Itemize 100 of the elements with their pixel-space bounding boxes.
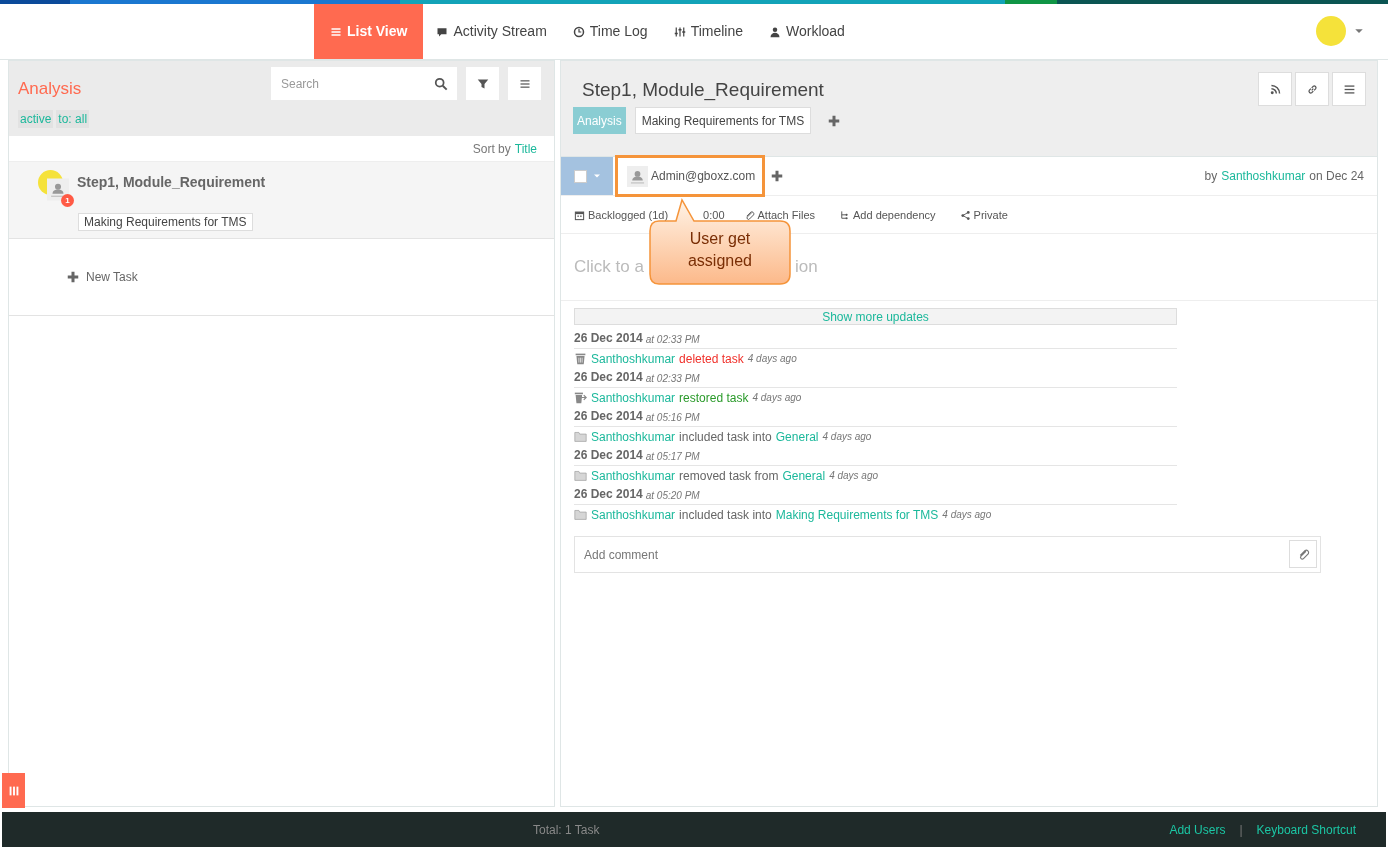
plus-icon (828, 114, 841, 127)
project-tag[interactable]: Making Requirements for TMS (78, 213, 253, 231)
attach-button[interactable] (1289, 540, 1317, 568)
menu-icon (518, 77, 531, 90)
created-date: on Dec 24 (1309, 168, 1364, 185)
clock-icon (572, 25, 585, 38)
user-link[interactable]: Santhoshkumar (1221, 167, 1306, 185)
task-total: Total: 1 Task (533, 821, 600, 839)
footer-link[interactable]: Add Users (1169, 820, 1226, 839)
sort-label: Sort by (472, 140, 511, 158)
filter-button[interactable] (466, 67, 499, 100)
activity-age: 4 days ago (829, 469, 879, 483)
trash-arrow-icon (574, 391, 587, 404)
activity-date: 26 Dec 2014 (574, 408, 643, 425)
activity-age: 4 days ago (942, 508, 992, 522)
user-link[interactable]: Santhoshkumar (591, 388, 676, 407)
activity-date: 26 Dec 2014 (574, 447, 643, 464)
user-link[interactable]: Santhoshkumar (591, 505, 676, 524)
user-link[interactable]: Santhoshkumar (591, 427, 676, 446)
rss-icon (1268, 82, 1282, 96)
description-placeholder[interactable]: ion (795, 254, 818, 280)
share-icon (959, 209, 971, 221)
trash-icon (574, 352, 587, 365)
sort-link[interactable]: Title (514, 139, 537, 158)
activity-time: at 02:33 PM (645, 372, 700, 386)
checkbox[interactable] (574, 169, 587, 183)
assignee-chip[interactable]: Admin@gboxz.com (615, 155, 765, 197)
time-button[interactable]: 0:00 (703, 207, 725, 224)
project-tag[interactable]: Making Requirements for TMS (634, 107, 812, 134)
user-link[interactable]: Santhoshkumar (591, 466, 676, 485)
activity-age: 4 days ago (822, 430, 872, 444)
menu-icon (1342, 82, 1356, 96)
caret-icon (593, 172, 601, 180)
search-field[interactable]: Search (271, 67, 457, 100)
select-dropdown[interactable] (561, 157, 613, 195)
nav-tab[interactable]: Activity Stream (423, 4, 560, 59)
add-button[interactable] (769, 168, 785, 184)
activity-action: removed task from (679, 467, 779, 485)
activity-time: at 02:33 PM (645, 333, 700, 347)
activity-time: at 05:20 PM (645, 489, 700, 503)
show-more-button[interactable]: Show more updates (574, 308, 1177, 325)
menu-button[interactable] (508, 67, 541, 100)
status-button[interactable]: Backlogged (1d) (574, 207, 669, 224)
description-placeholder[interactable]: Click to a (574, 254, 650, 280)
filter-tag[interactable]: to: all (56, 110, 90, 128)
filter-icon (476, 77, 489, 90)
assignee-email: Admin@gboxz.com (651, 168, 756, 185)
invitation-avatar-icon (627, 165, 648, 187)
nav-tab[interactable]: Time Log (559, 4, 661, 59)
list-icon (330, 25, 342, 38)
paperclip-icon (743, 209, 755, 221)
comment-field[interactable]: Add comment (574, 536, 1321, 573)
task-title: Step1, Module_Requirement (582, 78, 824, 103)
list-title: Analysis (18, 78, 82, 100)
rss-button[interactable] (1258, 72, 1292, 106)
folder-icon (574, 508, 587, 521)
nav-tab[interactable]: Timeline (660, 4, 757, 59)
activity-action: restored task (679, 389, 749, 407)
count-badge: 1 (61, 194, 74, 207)
menu-button[interactable] (1332, 72, 1366, 106)
task-title: Step1, Module_Requirement (77, 173, 266, 192)
activity-date: 26 Dec 2014 (574, 369, 643, 386)
calendar-icon (574, 209, 585, 221)
user-icon (769, 25, 782, 38)
dependency-button[interactable]: Add dependency (839, 207, 936, 224)
task-row[interactable]: 1 Step1, Module_Requirement Making Requirements for TMS (9, 162, 554, 239)
activity-time: at 05:17 PM (645, 450, 700, 464)
activity-time: at 05:16 PM (645, 411, 700, 425)
link-button[interactable] (1295, 72, 1329, 106)
folder-icon (574, 430, 587, 443)
privacy-button[interactable]: Private (959, 207, 1008, 224)
new-task-button[interactable]: New Task (67, 268, 138, 286)
link-icon (1305, 82, 1319, 96)
dependency-icon (839, 209, 850, 221)
user-link[interactable]: Santhoshkumar (591, 349, 676, 368)
footer-link[interactable]: Keyboard Shortcut (1256, 820, 1356, 839)
speech-bubble-icon (436, 25, 449, 38)
target-link[interactable]: General (782, 466, 826, 485)
panel-toggle-button[interactable] (2, 773, 25, 808)
link-separator: | (1239, 821, 1243, 839)
attach-button[interactable]: Attach Files (743, 207, 815, 224)
plus-icon (771, 170, 783, 182)
nav-tab[interactable]: List View (314, 4, 424, 59)
target-link[interactable]: Making Requirements for TMS (775, 505, 939, 524)
target-link[interactable]: General (775, 427, 819, 446)
activity-age: 4 days ago (747, 352, 797, 366)
sliders-icon (673, 25, 686, 38)
folder-icon (574, 469, 587, 482)
activity-age: 4 days ago (752, 391, 802, 405)
activity-action: deleted task (679, 350, 744, 368)
list-tag[interactable]: Analysis (573, 107, 626, 134)
activity-action: included task into (679, 428, 772, 446)
nav-tab[interactable]: Workload (756, 4, 858, 59)
invitation-avatar-icon (47, 177, 69, 202)
activity-action: included task into (679, 506, 772, 524)
filter-tag[interactable]: active (18, 110, 54, 128)
search-icon (434, 77, 448, 91)
activity-date: 26 Dec 2014 (574, 486, 643, 503)
activity-date: 26 Dec 2014 (574, 330, 643, 347)
plus-icon (67, 271, 79, 283)
